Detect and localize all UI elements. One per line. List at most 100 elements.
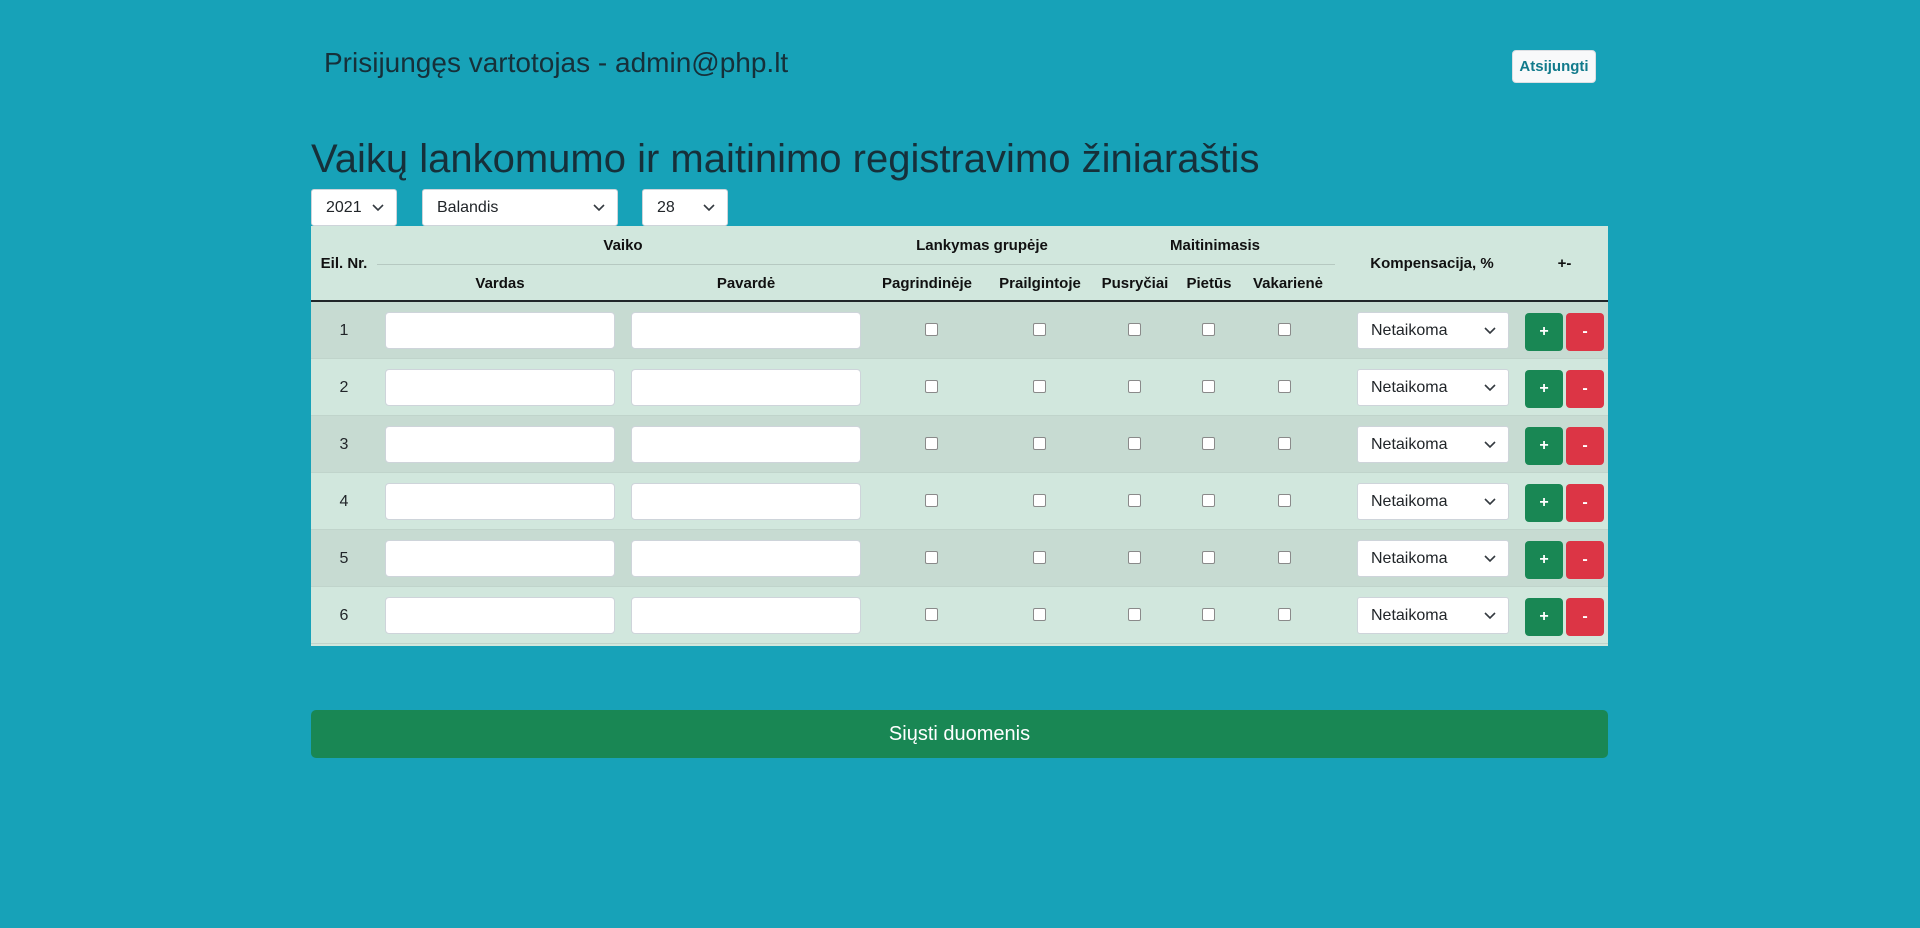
row-number: 5 [339, 550, 349, 567]
header-row-number: Eil. Nr. [320, 255, 368, 272]
remove-row-button[interactable]: - [1566, 427, 1604, 465]
breakfast-checkbox[interactable] [1128, 494, 1141, 507]
dinner-checkbox[interactable] [1278, 494, 1291, 507]
breakfast-checkbox[interactable] [1128, 608, 1141, 621]
header-breakfast: Pusryčiai [1101, 275, 1169, 292]
first-name-input[interactable] [385, 483, 615, 520]
extended-group-checkbox[interactable] [1033, 380, 1046, 393]
dinner-checkbox[interactable] [1278, 551, 1291, 564]
breakfast-checkbox[interactable] [1128, 437, 1141, 450]
lunch-checkbox[interactable] [1202, 380, 1215, 393]
breakfast-checkbox[interactable] [1128, 323, 1141, 336]
compensation-select[interactable]: Netaikoma [1357, 426, 1509, 463]
lunch-checkbox[interactable] [1202, 551, 1215, 564]
header-divider [377, 264, 869, 265]
lunch-checkbox[interactable] [1202, 494, 1215, 507]
compensation-select-value: Netaikoma [1371, 549, 1448, 567]
remove-row-button[interactable]: - [1566, 484, 1604, 522]
header-divider [1095, 264, 1335, 265]
remove-row-button[interactable]: - [1566, 313, 1604, 351]
remove-row-button[interactable]: - [1566, 598, 1604, 636]
compensation-select[interactable]: Netaikoma [1357, 483, 1509, 520]
extended-group-checkbox[interactable] [1033, 494, 1046, 507]
dinner-checkbox[interactable] [1278, 608, 1291, 621]
main-group-checkbox[interactable] [925, 494, 938, 507]
add-row-button[interactable]: + [1525, 598, 1563, 636]
first-name-input[interactable] [385, 369, 615, 406]
compensation-select[interactable]: Netaikoma [1357, 312, 1509, 349]
main-group-checkbox[interactable] [925, 437, 938, 450]
header-dinner: Vakarienė [1252, 275, 1324, 292]
main-group-checkbox[interactable] [925, 608, 938, 621]
dinner-checkbox[interactable] [1278, 380, 1291, 393]
table-row: 5 Netaikoma + - [311, 530, 1608, 587]
remove-row-button[interactable]: - [1566, 541, 1604, 579]
extended-group-checkbox[interactable] [1033, 608, 1046, 621]
header-attendance-group: Lankymas grupėje [916, 237, 1048, 254]
table-row: 1 Netaikoma + - [311, 302, 1608, 359]
table-header: Eil. Nr. Vaiko Vardas Pavardė Lankymas g… [311, 226, 1608, 302]
first-name-input[interactable] [385, 540, 615, 577]
breakfast-checkbox[interactable] [1128, 551, 1141, 564]
chevron-down-icon [1484, 555, 1496, 563]
header-extended-group: Prailgintoje [999, 275, 1081, 292]
table-row: 3 Netaikoma + - [311, 416, 1608, 473]
last-name-input[interactable] [631, 312, 861, 349]
last-name-input[interactable] [631, 369, 861, 406]
lunch-checkbox[interactable] [1202, 608, 1215, 621]
compensation-select-value: Netaikoma [1371, 378, 1448, 396]
extended-group-checkbox[interactable] [1033, 551, 1046, 564]
last-name-input[interactable] [631, 483, 861, 520]
month-select[interactable]: Balandis [422, 189, 618, 226]
chevron-down-icon [593, 204, 605, 212]
compensation-select-value: Netaikoma [1371, 435, 1448, 453]
main-group-checkbox[interactable] [925, 551, 938, 564]
row-number: 2 [339, 379, 349, 396]
dinner-checkbox[interactable] [1278, 437, 1291, 450]
compensation-select[interactable]: Netaikoma [1357, 597, 1509, 634]
dinner-checkbox[interactable] [1278, 323, 1291, 336]
compensation-select[interactable]: Netaikoma [1357, 540, 1509, 577]
last-name-input[interactable] [631, 540, 861, 577]
add-row-button[interactable]: + [1525, 370, 1563, 408]
year-select-value: 2021 [326, 198, 362, 216]
main-group-checkbox[interactable] [925, 380, 938, 393]
submit-button[interactable]: Siųsti duomenis [311, 710, 1608, 758]
header-child-group: Vaiko [603, 237, 643, 254]
lunch-checkbox[interactable] [1202, 437, 1215, 450]
attendance-table: Eil. Nr. Vaiko Vardas Pavardė Lankymas g… [311, 226, 1608, 646]
day-select[interactable]: 28 [642, 189, 728, 226]
remove-row-button[interactable]: - [1566, 370, 1604, 408]
last-name-input[interactable] [631, 597, 861, 634]
add-row-button[interactable]: + [1525, 427, 1563, 465]
compensation-select[interactable]: Netaikoma [1357, 369, 1509, 406]
add-row-button[interactable]: + [1525, 484, 1563, 522]
first-name-input[interactable] [385, 426, 615, 463]
extended-group-checkbox[interactable] [1033, 437, 1046, 450]
extended-group-checkbox[interactable] [1033, 323, 1046, 336]
add-row-button[interactable]: + [1525, 541, 1563, 579]
header-first-name: Vardas [475, 275, 525, 292]
row-number: 3 [339, 436, 349, 453]
lunch-checkbox[interactable] [1202, 323, 1215, 336]
day-select-value: 28 [657, 198, 675, 216]
add-row-button[interactable]: + [1525, 313, 1563, 351]
year-select[interactable]: 2021 [311, 189, 397, 226]
month-select-value: Balandis [437, 198, 499, 216]
main-group-checkbox[interactable] [925, 323, 938, 336]
chevron-down-icon [372, 204, 384, 212]
table-row: 4 Netaikoma + - [311, 473, 1608, 530]
chevron-down-icon [1484, 498, 1496, 506]
first-name-input[interactable] [385, 312, 615, 349]
first-name-input[interactable] [385, 597, 615, 634]
table-row: 6 Netaikoma + - [311, 587, 1608, 644]
header-compensation: Kompensacija, % [1370, 255, 1494, 272]
chevron-down-icon [1484, 441, 1496, 449]
logged-in-user-label: Prisijungęs vartotojas - admin@php.lt [324, 47, 789, 78]
logout-button[interactable]: Atsijungti [1512, 50, 1596, 83]
row-number: 6 [339, 607, 349, 624]
breakfast-checkbox[interactable] [1128, 380, 1141, 393]
chevron-down-icon [1484, 327, 1496, 335]
header-meals-group: Maitinimasis [1169, 237, 1261, 254]
last-name-input[interactable] [631, 426, 861, 463]
